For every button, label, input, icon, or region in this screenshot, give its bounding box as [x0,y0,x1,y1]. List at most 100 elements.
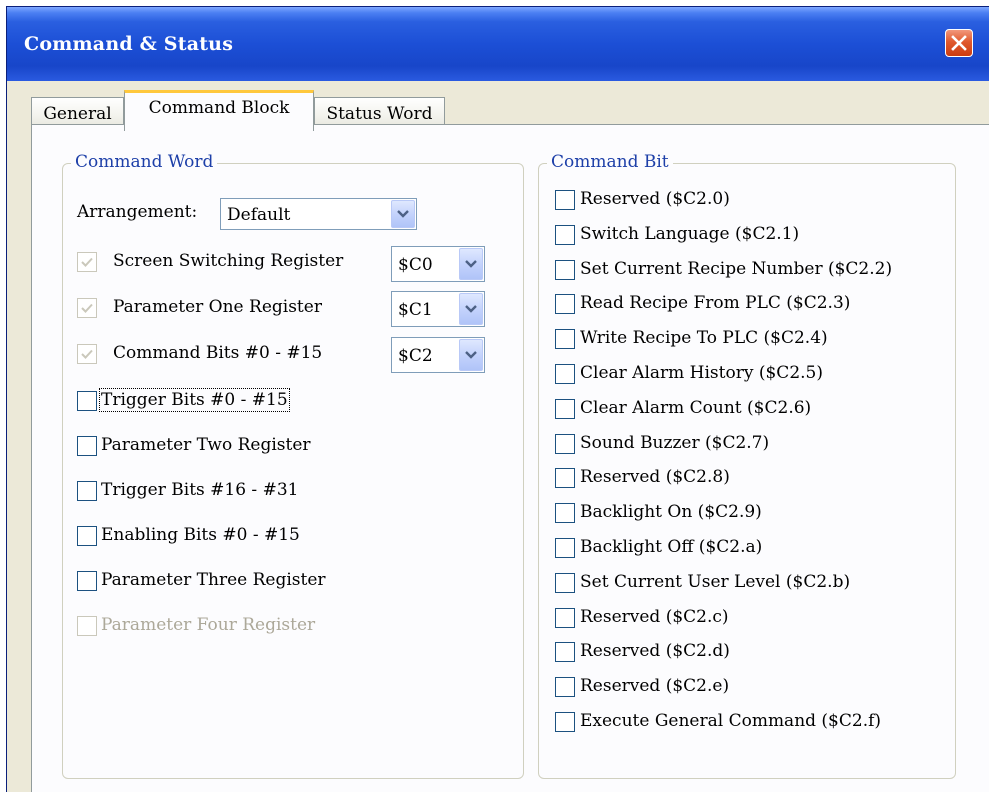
parameter-one-register-checkbox[interactable] [77,298,97,318]
command-bit-checkbox[interactable] [555,538,575,558]
trigger-bits-16-31-label: Trigger Bits #16 - #31 [101,480,299,500]
command-bit-checkbox[interactable] [555,572,575,593]
parameter-two-register-label: Parameter Two Register [101,435,311,455]
command-bit-row[interactable]: Reserved ($C2.c) [555,604,945,634]
close-icon [951,35,967,51]
command-bit-checkbox[interactable] [555,190,575,210]
parameter-two-register-checkbox[interactable] [77,436,97,456]
parameter-one-address-dropdown-button[interactable] [459,293,483,325]
command-bit-checkbox[interactable] [555,677,575,698]
command-bit-label: Read Recipe From PLC ($C2.3) [580,293,851,314]
option-row[interactable]: Trigger Bits #16 - #31 [77,477,517,507]
arrangement-dropdown-button[interactable] [391,200,415,228]
trigger-bits-0-15-checkbox[interactable] [77,391,97,411]
parameter-three-register-checkbox[interactable] [77,571,97,591]
command-bit-label: Reserved ($C2.d) [580,641,730,662]
command-bit-row[interactable]: Sound Buzzer ($C2.7) [555,430,945,460]
command-bit-label: Clear Alarm History ($C2.5) [580,363,823,383]
command-bit-label: Set Current User Level ($C2.b) [580,571,851,592]
parameter-four-register-checkbox [77,616,97,636]
checkmark-icon [81,257,93,267]
dialog-title: Command & Status [24,33,234,55]
command-bit-row[interactable]: Clear Alarm History ($C2.5) [555,360,945,390]
command-bit-label: Write Recipe To PLC ($C2.4) [580,328,828,349]
command-bit-checkbox[interactable] [555,294,575,315]
dialog-client-area: General Command Block Status Word Comman… [7,81,989,792]
command-bit-checkbox[interactable] [555,259,575,280]
command-bit-label: Set Current Recipe Number ($C2.2) [580,258,893,279]
parameter-one-register-label: Parameter One Register [113,297,322,317]
command-bit-checkbox[interactable] [555,468,575,489]
option-row[interactable]: Parameter Three Register [77,567,517,597]
parameter-four-register-label: Parameter Four Register [101,615,316,635]
arrangement-value: Default [227,205,291,225]
command-bit-checkbox[interactable] [555,642,575,663]
tab-panel-command-block: Command Word Arrangement: Default Screen… [31,124,989,792]
arrangement-select[interactable]: Default [220,198,417,230]
command-bit-checkbox[interactable] [555,433,575,454]
command-bit-row[interactable]: Reserved ($C2.d) [555,638,945,668]
arrangement-label: Arrangement: [77,202,198,222]
command-bit-checkbox[interactable] [555,712,575,732]
command-bit-label: Reserved ($C2.e) [580,676,730,697]
command-bit-checkbox[interactable] [555,329,575,350]
chevron-down-icon [465,260,477,268]
command-bit-label: Reserved ($C2.8) [580,467,730,488]
command-bit-row[interactable]: Read Recipe From PLC ($C2.3) [555,290,945,320]
command-bit-legend: Command Bit [547,152,673,172]
title-bar[interactable]: Command & Status [7,7,989,81]
option-row: Parameter Four Register [77,612,517,642]
screen-switching-register-checkbox[interactable] [77,252,97,272]
option-row[interactable]: Parameter Two Register [77,432,517,462]
command-bit-row[interactable]: Reserved ($C2.0) [555,186,945,216]
command-bit-group: Command Bit Reserved ($C2.0) Switch Langu… [538,152,956,779]
command-bit-label: Reserved ($C2.c) [580,606,729,627]
command-bit-row[interactable]: Write Recipe To PLC ($C2.4) [555,325,945,355]
command-bit-row[interactable]: Clear Alarm Count ($C2.6) [555,395,945,425]
command-word-group: Command Word Arrangement: Default Screen… [62,152,524,779]
trigger-bits-0-15-label: Trigger Bits #0 - #15 [99,388,290,412]
command-bit-label: Reserved ($C2.0) [580,189,730,209]
parameter-one-address-select[interactable]: $C1 [391,291,485,327]
tab-status-word-label: Status Word [326,104,433,124]
checkmark-icon [81,303,93,313]
command-bit-label: Sound Buzzer ($C2.7) [580,432,770,453]
screen-switching-address-dropdown-button[interactable] [459,248,483,280]
enabling-bits-checkbox[interactable] [77,526,97,546]
command-bits-checkbox[interactable] [77,344,97,364]
command-bit-checkbox[interactable] [555,398,575,419]
trigger-bits-16-31-checkbox[interactable] [77,481,97,501]
command-bit-row[interactable]: Reserved ($C2.e) [555,673,945,703]
command-bit-label: Switch Language ($C2.1) [580,223,800,244]
command-bit-row[interactable]: Set Current User Level ($C2.b) [555,569,945,599]
command-bit-checkbox[interactable] [555,364,575,384]
parameter-three-register-label: Parameter Three Register [101,570,326,590]
tab-command-block-label: Command Block [148,98,290,118]
close-button[interactable] [945,29,973,57]
command-bit-row[interactable]: Set Current Recipe Number ($C2.2) [555,256,945,286]
command-bit-row[interactable]: Backlight On ($C2.9) [555,499,945,529]
command-bit-label: Backlight On ($C2.9) [580,502,762,523]
screen-switching-address-select[interactable]: $C0 [391,246,485,282]
command-word-legend: Command Word [71,152,218,172]
command-bit-checkbox[interactable] [555,607,575,628]
enabling-bits-label: Enabling Bits #0 - #15 [101,525,300,545]
tab-command-block[interactable]: Command Block [124,90,314,131]
screen-switching-address-value: $C0 [398,255,433,275]
command-bit-row[interactable]: Backlight Off ($C2.a) [555,534,945,564]
screen-switching-register-label: Screen Switching Register [113,251,344,271]
chevron-down-icon [465,351,477,359]
command-bit-checkbox[interactable] [555,503,575,524]
command-bit-row[interactable]: Switch Language ($C2.1) [555,221,945,251]
checkmark-icon [81,349,93,359]
command-bits-address-dropdown-button[interactable] [459,339,483,371]
option-row[interactable]: Enabling Bits #0 - #15 [77,522,517,552]
command-bit-row[interactable]: Reserved ($C2.8) [555,464,945,494]
option-row[interactable]: Trigger Bits #0 - #15 [77,387,517,417]
command-bit-row[interactable]: Execute General Command ($C2.f) [555,708,945,738]
tab-general-label: General [43,104,112,124]
command-bits-address-select[interactable]: $C2 [391,337,485,373]
dialog-window: Command & Status General Command Block S… [6,6,989,792]
command-bit-checkbox[interactable] [555,224,575,245]
command-bit-label: Backlight Off ($C2.a) [580,537,763,557]
